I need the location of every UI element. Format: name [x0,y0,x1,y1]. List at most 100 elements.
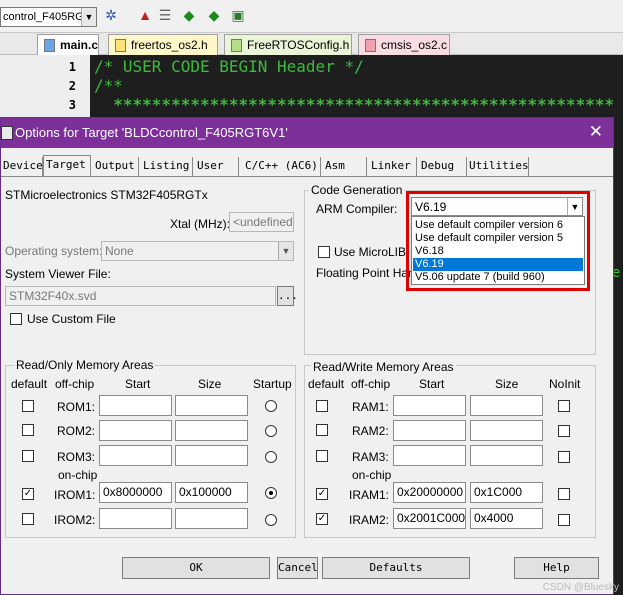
tab-cmsis-os2-c[interactable]: cmsis_os2.c [358,34,450,55]
code-line: /** [94,76,123,95]
rom2-start-field[interactable] [99,420,172,441]
ro-header-offchip: off-chip [55,377,95,391]
irom2-startup-radio[interactable] [265,514,277,526]
tab-device[interactable]: Device [1,157,43,176]
irom1-start-field[interactable]: 0x8000000 [99,482,172,503]
defaults-button[interactable]: Defaults [322,557,470,579]
select-packs-icon[interactable]: ◆ [205,6,223,24]
ram2-label: RAM2: [352,424,389,438]
os-label: Operating system: [5,244,103,258]
irom1-startup-radio[interactable] [265,487,277,499]
ro-onchip-label: on-chip [58,468,98,482]
rw-header-offchip: off-chip [351,377,391,391]
iram2-noinit-checkbox[interactable] [558,514,570,526]
ram1-noinit-checkbox[interactable] [558,400,570,412]
ram2-default-checkbox[interactable] [316,424,328,436]
irom2-start-field[interactable] [99,508,172,529]
irom2-default-checkbox[interactable] [22,513,34,525]
iram1-default-checkbox[interactable]: ✓ [316,488,328,500]
ro-header-default: default [11,377,48,391]
rom1-startup-radio[interactable] [265,400,277,412]
rom1-start-field[interactable] [99,395,172,416]
ok-button[interactable]: OK [122,557,270,579]
ram2-start-field[interactable] [393,420,466,441]
line-number: 2 [68,79,76,93]
file-extensions-icon[interactable]: ☰ [156,6,174,24]
use-custom-file-label: Use Custom File [27,312,116,326]
c-file-icon [44,39,55,52]
rom2-size-field[interactable] [175,420,248,441]
cancel-button[interactable]: Cancel [277,557,318,579]
use-custom-file-checkbox[interactable] [10,313,22,325]
ram2-noinit-checkbox[interactable] [558,425,570,437]
ram1-default-checkbox[interactable] [316,400,328,412]
dialog-titlebar[interactable]: Options for Target 'BLDCcontrol_F405RGT6… [1,118,613,148]
ram1-start-field[interactable] [393,395,466,416]
iram2-size-field[interactable]: 0x4000 [470,508,543,529]
os-select[interactable]: None ▼ [101,241,294,261]
tab-user[interactable]: User [195,157,239,176]
manage-project-items-icon[interactable]: ▲ [136,6,154,24]
iram1-noinit-checkbox[interactable] [558,488,570,500]
rom1-default-checkbox[interactable] [22,400,34,412]
ide-toolbar: control_F405RGT6V ▼ ✲ ▲ ☰ ◆ ◆ ▣ [0,0,623,33]
tab-listing[interactable]: Listing [141,157,193,176]
rom1-size-field[interactable] [175,395,248,416]
h-file-icon [115,39,126,52]
use-microlib-label: Use MicroLIB [334,245,407,259]
iram1-size-field[interactable]: 0x1C000 [470,482,543,503]
tab-utilities[interactable]: Utilities [467,157,529,176]
tab-freertosconfig-h[interactable]: FreeRTOSConfig.h [224,34,352,55]
manage-rte-icon[interactable]: ▣ [229,6,247,24]
tab-debug[interactable]: Debug [419,157,467,176]
svf-browse-button[interactable]: ... [277,286,298,306]
app-icon [1,126,13,140]
rom3-default-checkbox[interactable] [22,450,34,462]
tab-cpp-ac6[interactable]: C/C++ (AC6) [243,157,321,176]
readwrite-memory-title: Read/Write Memory Areas [311,360,456,374]
ram3-size-field[interactable] [470,445,543,466]
chevron-down-icon[interactable]: ▼ [81,8,96,26]
ro-header-startup: Startup [253,377,292,391]
ram1-size-field[interactable] [470,395,543,416]
ro-header-start: Start [125,377,151,391]
pack-installer-icon[interactable]: ◆ [180,6,198,24]
rom3-startup-radio[interactable] [265,451,277,463]
tab-main-c[interactable]: main.c [37,34,99,55]
rom3-start-field[interactable] [99,445,172,466]
tab-target[interactable]: Target [43,155,91,177]
svf-field[interactable]: STM32F40x.svd [5,286,276,306]
ram3-start-field[interactable] [393,445,466,466]
use-microlib-checkbox[interactable] [318,246,330,258]
target-options-wand-icon[interactable]: ✲ [102,6,120,24]
help-button[interactable]: Help [514,557,599,579]
rom2-default-checkbox[interactable] [22,424,34,436]
tab-divider [1,176,613,177]
c-file-icon [365,39,376,52]
iram2-start-field[interactable]: 0x2001C000 [393,508,466,529]
rom2-startup-radio[interactable] [265,425,277,437]
irom1-size-field[interactable]: 0x100000 [175,482,248,503]
code-line: ****************************************… [94,95,615,114]
ram3-noinit-checkbox[interactable] [558,451,570,463]
rw-header-start: Start [419,377,445,391]
xtal-field[interactable]: <undefined> [229,212,294,232]
tab-linker[interactable]: Linker [369,157,417,176]
ram2-size-field[interactable] [470,420,543,441]
rom3-label: ROM3: [57,450,96,464]
irom1-label: IROM1: [54,488,96,502]
target-select[interactable]: control_F405RGT6V ▼ [0,7,97,27]
close-icon[interactable]: ✕ [589,122,603,142]
os-select-value: None [105,244,134,258]
h-file-icon [231,39,242,52]
irom2-label: IROM2: [54,513,96,527]
tab-asm[interactable]: Asm [323,157,367,176]
irom2-size-field[interactable] [175,508,248,529]
ram3-default-checkbox[interactable] [316,450,328,462]
rom3-size-field[interactable] [175,445,248,466]
irom1-default-checkbox[interactable]: ✓ [22,488,34,500]
tab-freertos-os2-h[interactable]: freertos_os2.h [108,34,218,55]
iram1-start-field[interactable]: 0x20000000 [393,482,466,503]
iram2-default-checkbox[interactable]: ✓ [316,513,328,525]
tab-output[interactable]: Output [93,157,139,176]
